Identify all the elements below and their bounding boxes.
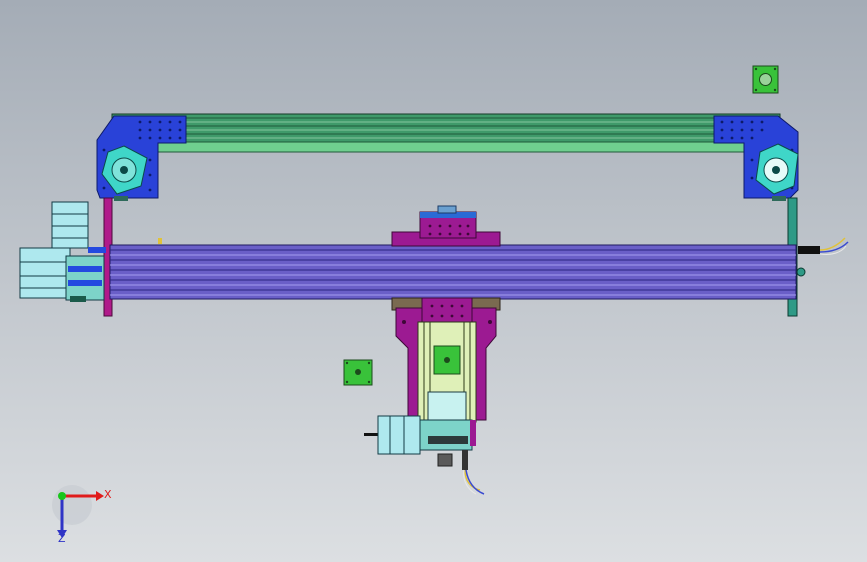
main-beam[interactable] (109, 238, 797, 300)
right-corner-bracket[interactable] (713, 115, 799, 201)
upper-rail[interactable] (111, 113, 781, 153)
left-corner-bracket[interactable] (96, 115, 187, 201)
left-motor-assembly[interactable] (19, 201, 106, 302)
right-cable (798, 237, 849, 255)
carriage-top[interactable] (391, 205, 501, 247)
axis-triad: X Z (52, 485, 112, 545)
z-motor-cable (462, 450, 485, 495)
z-axis-label: Z (58, 532, 66, 545)
z-motor[interactable] (364, 415, 476, 467)
floating-plate-top[interactable] (752, 65, 779, 94)
floating-plate-middle[interactable] (343, 359, 373, 386)
z-axis-rail[interactable] (417, 321, 477, 423)
y-axis-dot (58, 492, 66, 500)
x-axis-label: X (104, 488, 112, 501)
cad-viewport[interactable]: X Z (0, 0, 867, 562)
cad-drawing: X Z (19, 65, 849, 545)
